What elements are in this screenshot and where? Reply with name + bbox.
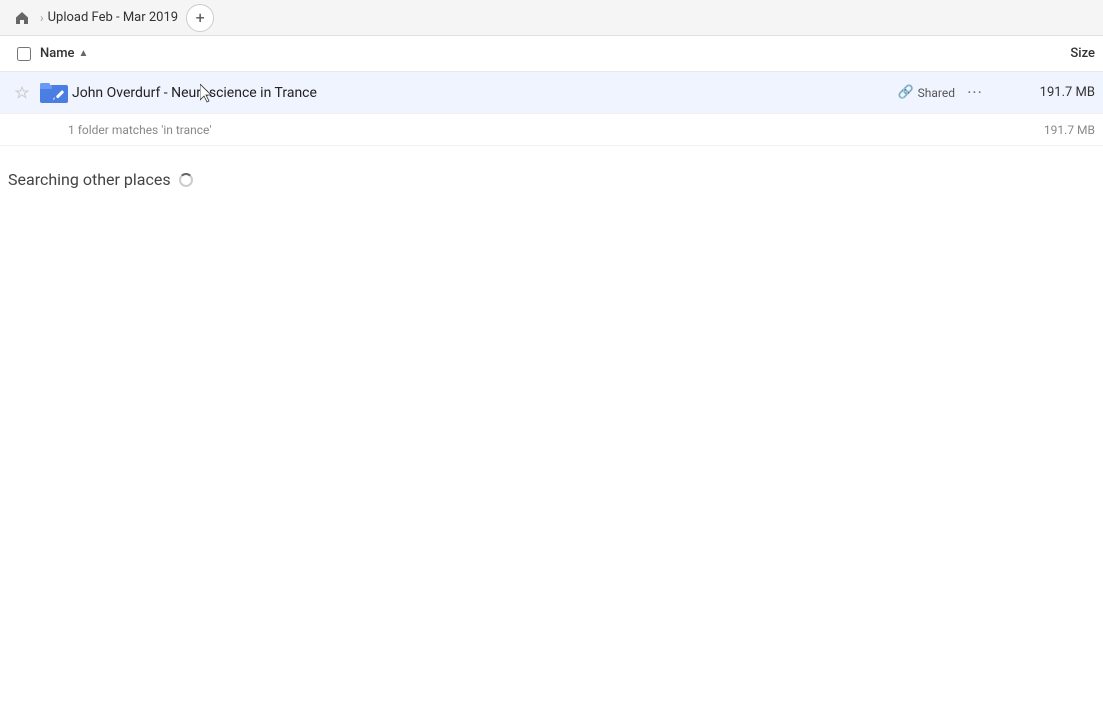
sub-info-text: 1 folder matches 'in trance' — [68, 123, 211, 137]
row-actions: 🔗 Shared ··· — [897, 81, 987, 105]
link-icon: 🔗 — [897, 85, 913, 100]
home-button[interactable] — [8, 4, 36, 32]
sub-info-row: 1 folder matches 'in trance' 191.7 MB — [0, 114, 1103, 146]
name-column-header[interactable]: Name ▲ — [40, 46, 995, 61]
select-all-checkbox[interactable] — [8, 47, 40, 61]
star-button[interactable] — [8, 86, 36, 100]
sort-arrow-icon: ▲ — [79, 48, 89, 59]
breadcrumb-chevron: › — [40, 11, 44, 25]
file-row[interactable]: John Overdurf - Neuroscience in Trance 🔗… — [0, 72, 1103, 114]
file-name: John Overdurf - Neuroscience in Trance — [72, 85, 897, 101]
header-bar: › Upload Feb - Mar 2019 + — [0, 0, 1103, 36]
more-icon: ··· — [967, 83, 983, 102]
more-button[interactable]: ··· — [963, 81, 987, 105]
loading-spinner — [179, 173, 193, 187]
plus-icon: + — [196, 8, 205, 27]
column-header-row: Name ▲ Size — [0, 36, 1103, 72]
folder-icon — [36, 81, 72, 105]
select-all-input[interactable] — [17, 47, 31, 61]
add-button[interactable]: + — [186, 4, 214, 32]
size-column-header: Size — [995, 46, 1095, 61]
shared-badge: 🔗 Shared — [897, 85, 955, 100]
sub-info-size: 191.7 MB — [1044, 123, 1095, 137]
searching-section: Searching other places — [0, 146, 1103, 197]
searching-text: Searching other places — [8, 170, 171, 189]
searching-label: Searching other places — [8, 170, 1095, 189]
breadcrumb-title: Upload Feb - Mar 2019 — [48, 10, 179, 25]
file-size: 191.7 MB — [995, 85, 1095, 100]
shared-label: Shared — [918, 86, 955, 100]
name-column-label: Name — [40, 46, 75, 61]
